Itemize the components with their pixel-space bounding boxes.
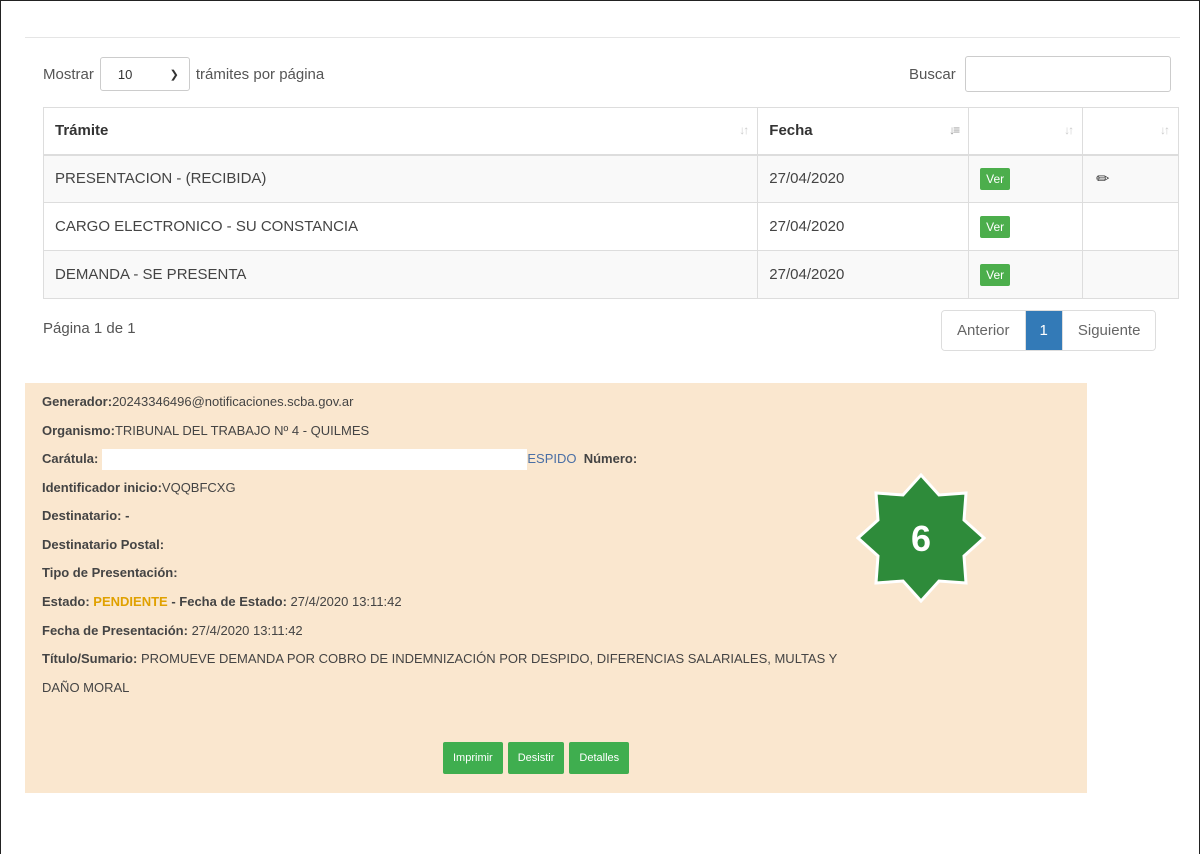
table-row: PRESENTACION - (RECIBIDA) 27/04/2020 Ver… (42, 154, 1179, 203)
edit-cell: ✏︎ (1082, 154, 1179, 203)
tramite-cell: DEMANDA - SE PRESENTA (42, 250, 759, 299)
sort-icon: ↓↑ (739, 123, 749, 137)
search-input[interactable] (964, 56, 1171, 92)
page-length-control: Mostrar 10 ❯ trámites por página (43, 56, 324, 92)
next-page-button[interactable]: Siguiente (1061, 311, 1156, 350)
column-header-action[interactable]: ↓↑ (968, 107, 1084, 156)
action-cell: Ver (968, 250, 1084, 299)
action-cell: Ver (968, 154, 1084, 203)
estado-line: Estado: PENDIENTE - Fecha de Estado: 27/… (42, 594, 402, 609)
column-header-tramite[interactable]: Trámite ↓↑ (42, 107, 759, 156)
chevron-down-icon: ❯ (169, 68, 179, 81)
divider (25, 37, 1180, 38)
detalles-button[interactable]: Detalles (569, 742, 630, 774)
length-prefix: Mostrar (43, 65, 94, 83)
column-header-fecha[interactable]: Fecha ↓≡ (757, 107, 970, 156)
presentation-detail-card: Generador:20243346496@notificaciones.scb… (25, 383, 1087, 793)
step-number: 6 (911, 518, 931, 559)
action-cell: Ver (968, 202, 1084, 251)
sort-icon: ↓↑ (1160, 123, 1170, 137)
organismo-line: Organismo:TRIBUNAL DEL TRABAJO Nº 4 - QU… (42, 423, 370, 438)
page-length-select[interactable]: 10 ❯ (99, 57, 190, 91)
pencil-icon[interactable]: ✏︎ (1096, 171, 1109, 188)
length-suffix: trámites por página (195, 65, 325, 83)
redacted-block (102, 449, 528, 470)
sort-descending-icon: ↓≡ (949, 123, 960, 137)
caratula-line: Carátula: ESPIDO Número: (42, 449, 637, 470)
search-label: Buscar (909, 65, 956, 83)
titulo-line: Título/Sumario: PROMUEVE DEMANDA POR COB… (42, 651, 838, 666)
edit-cell (1082, 202, 1179, 251)
identificador-line: Identificador inicio:VQQBFCXG (42, 480, 236, 495)
destinatario-line: Destinatario: - (42, 508, 130, 523)
tramites-table: Trámite ↓↑ Fecha ↓≡ ↓↑ ↓↑ PRESENTACION - (… (42, 107, 1179, 299)
titulo-line-continued: DAÑO MORAL (42, 680, 130, 695)
tramite-cell: PRESENTACION - (RECIBIDA) (42, 154, 759, 203)
step-badge: 6 (856, 473, 986, 603)
tramite-cell: CARGO ELECTRONICO - SU CONSTANCIA (42, 202, 759, 251)
pagination-info: Página 1 de 1 (43, 320, 136, 337)
page-length-value: 10 (117, 66, 133, 82)
estado-badge: PENDIENTE (93, 594, 168, 609)
ver-button[interactable]: Ver (980, 215, 1011, 238)
ver-button[interactable]: Ver (980, 263, 1011, 286)
table-row: CARGO ELECTRONICO - SU CONSTANCIA 27/04/… (42, 202, 1179, 251)
fecha-cell: 27/04/2020 (757, 250, 970, 299)
imprimir-button[interactable]: Imprimir (443, 742, 503, 774)
table-header-row: Trámite ↓↑ Fecha ↓≡ ↓↑ ↓↑ (42, 107, 1179, 156)
tipo-presentacion-line: Tipo de Presentación: (42, 565, 178, 580)
destinatario-postal-line: Destinatario Postal: (42, 537, 165, 552)
table-row: DEMANDA - SE PRESENTA 27/04/2020 Ver (42, 250, 1179, 299)
ver-button[interactable]: Ver (980, 167, 1011, 190)
generador-line: Generador:20243346496@notificaciones.scb… (42, 394, 354, 409)
sort-icon: ↓↑ (1064, 123, 1074, 137)
pagination: Anterior 1 Siguiente (941, 310, 1157, 351)
desistir-button[interactable]: Desistir (507, 742, 565, 774)
edit-cell (1082, 250, 1179, 299)
fecha-cell: 27/04/2020 (757, 154, 970, 203)
fecha-cell: 27/04/2020 (757, 202, 970, 251)
previous-page-button[interactable]: Anterior (942, 311, 1026, 350)
fecha-presentacion-line: Fecha de Presentación: 27/4/2020 13:11:4… (42, 623, 303, 638)
column-header-edit[interactable]: ↓↑ (1082, 107, 1179, 156)
search-control: Buscar (909, 56, 1171, 92)
current-page-button[interactable]: 1 (1025, 311, 1062, 350)
detail-actions: Imprimir Desistir Detalles (443, 742, 630, 774)
